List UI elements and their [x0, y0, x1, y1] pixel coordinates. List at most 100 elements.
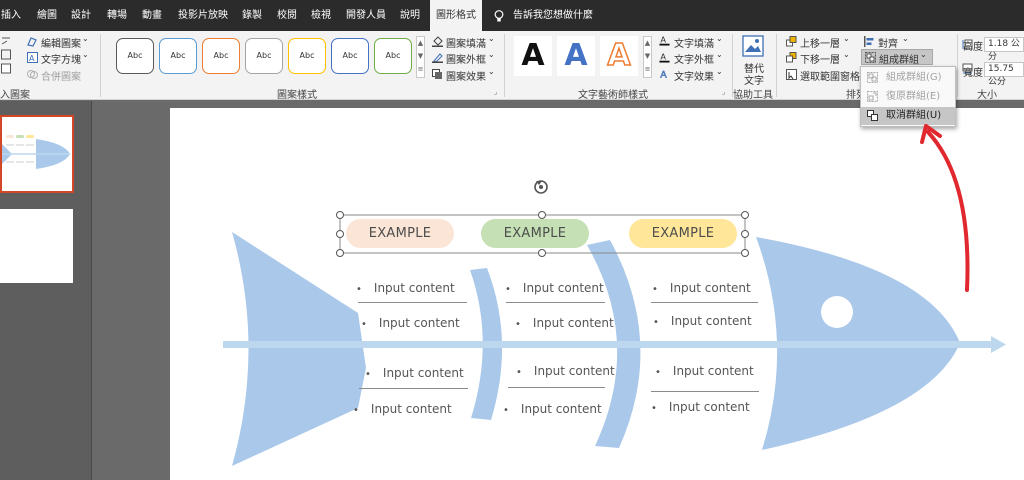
- text-box-button[interactable]: 文字方塊: [41, 51, 81, 66]
- category-label-2[interactable]: EXAMPLE: [481, 219, 589, 248]
- wordart-style-orange-outline[interactable]: A: [600, 36, 638, 76]
- text-outline-button[interactable]: 文字外框: [674, 51, 714, 66]
- bullet-underline: [651, 391, 759, 392]
- bullet-underline: [651, 302, 758, 303]
- chevron-down-icon[interactable]: ⌄: [843, 50, 850, 59]
- chevron-down-icon[interactable]: ⌄: [716, 34, 723, 43]
- send-backward-icon: [786, 52, 797, 63]
- group-button-label[interactable]: 組成群組: [879, 51, 919, 66]
- chevron-down-icon[interactable]: ⌄: [843, 34, 850, 43]
- tab-transitions[interactable]: 轉場: [107, 0, 127, 31]
- alt-text-label-line2[interactable]: 文字: [744, 72, 764, 87]
- tell-me-search[interactable]: 告訴我您想做什麼: [513, 0, 593, 31]
- bullet-item[interactable]: Input content: [353, 402, 452, 416]
- gallery-more-icon[interactable]: ≡: [644, 63, 651, 76]
- tab-review[interactable]: 校閱: [277, 0, 297, 31]
- svg-text:A: A: [660, 35, 666, 44]
- shapes-gallery-icon[interactable]: [1, 36, 13, 76]
- send-backward-button[interactable]: 下移一層: [800, 51, 840, 66]
- width-input[interactable]: 15.75 公分: [984, 62, 1024, 87]
- shape-effects-icon: [432, 69, 442, 79]
- gallery-down-icon[interactable]: ▼: [644, 50, 651, 63]
- shape-outline-button[interactable]: 圖案外框: [446, 51, 486, 66]
- shape-style-swatch[interactable]: Abc: [288, 38, 326, 74]
- chevron-down-icon[interactable]: ⌄: [488, 67, 495, 76]
- fish-eye: [821, 296, 853, 328]
- menu-item-group[interactable]: 組成群組(G): [861, 69, 955, 87]
- shape-fill-button[interactable]: 圖案填滿: [446, 35, 486, 50]
- slide-canvas[interactable]: EXAMPLE EXAMPLE EXAMPLE Input content In…: [170, 108, 1024, 480]
- menu-item-regroup[interactable]: 復原群組(E): [861, 88, 955, 106]
- group-label-size: 大小: [977, 90, 997, 101]
- shape-style-swatch[interactable]: Abc: [374, 38, 412, 74]
- chevron-down-icon[interactable]: ⌄: [488, 50, 495, 59]
- wordart-style-blue[interactable]: A: [557, 36, 595, 76]
- chevron-down-icon[interactable]: ⌄: [82, 34, 89, 43]
- shape-style-swatch[interactable]: Abc: [159, 38, 197, 74]
- gallery-scroll[interactable]: ▲ ▼ ≡: [416, 36, 425, 78]
- align-button[interactable]: 對齊: [878, 35, 898, 50]
- group-label-accessibility: 協助工具: [733, 90, 773, 101]
- shape-style-swatch[interactable]: Abc: [116, 38, 154, 74]
- merge-shapes-button[interactable]: 合併圖案: [41, 68, 81, 83]
- bullet-item[interactable]: Input content: [516, 364, 615, 378]
- tab-design[interactable]: 設計: [71, 0, 91, 31]
- tab-record[interactable]: 錄製: [242, 0, 262, 31]
- selection-pane-button[interactable]: 選取範圍窗格: [800, 68, 860, 83]
- chevron-down-icon[interactable]: ⌄: [82, 50, 89, 59]
- slide-thumbnail-2[interactable]: [0, 209, 73, 283]
- category-label-1[interactable]: EXAMPLE: [346, 219, 454, 248]
- shape-effects-button[interactable]: 圖案效果: [446, 68, 486, 83]
- bullet-item[interactable]: Input content: [356, 281, 455, 295]
- shape-style-swatch[interactable]: Abc: [331, 38, 369, 74]
- chevron-down-icon[interactable]: ⌄: [902, 34, 909, 43]
- bullet-item[interactable]: Input content: [652, 281, 751, 295]
- bullet-item[interactable]: Input content: [655, 364, 754, 378]
- dialog-launcher-icon[interactable]: ⌟: [722, 88, 725, 96]
- chevron-down-icon[interactable]: ⌄: [488, 34, 495, 43]
- bullet-item[interactable]: Input content: [361, 316, 460, 330]
- tab-draw[interactable]: 繪圖: [37, 0, 57, 31]
- gallery-up-icon[interactable]: ▲: [417, 37, 424, 50]
- gallery-down-icon[interactable]: ▼: [417, 50, 424, 63]
- bullet-item[interactable]: Input content: [503, 402, 602, 416]
- text-effects-button[interactable]: 文字效果: [674, 68, 714, 83]
- category-label-3[interactable]: EXAMPLE: [629, 219, 737, 248]
- bullet-item[interactable]: Input content: [653, 314, 752, 328]
- edit-shape-button[interactable]: 編輯圖案: [41, 35, 81, 50]
- selection-pane-icon: [786, 69, 797, 80]
- height-input[interactable]: 1.18 公分: [984, 37, 1024, 62]
- wordart-style-black[interactable]: A: [514, 36, 552, 76]
- wordart-gallery-scroll[interactable]: ▲ ▼ ≡: [643, 36, 652, 78]
- slide-thumbnail-1[interactable]: [0, 115, 74, 193]
- text-fill-button[interactable]: 文字填滿: [674, 35, 714, 50]
- gallery-up-icon[interactable]: ▲: [644, 37, 651, 50]
- chevron-down-icon[interactable]: ⌄: [716, 50, 723, 59]
- alt-text-icon[interactable]: [742, 35, 764, 57]
- bullet-item[interactable]: Input content: [515, 316, 614, 330]
- tab-shape-format[interactable]: 圖形格式: [430, 0, 482, 31]
- bullet-underline: [506, 302, 605, 303]
- tab-view[interactable]: 檢視: [311, 0, 331, 31]
- tab-slideshow[interactable]: 投影片放映: [178, 0, 228, 31]
- text-outline-icon: A: [659, 52, 670, 63]
- bullet-item[interactable]: Input content: [365, 366, 464, 380]
- text-fill-icon: A: [659, 35, 670, 46]
- bullet-underline: [358, 302, 467, 303]
- gallery-more-icon[interactable]: ≡: [417, 63, 424, 76]
- tab-animations[interactable]: 動畫: [142, 0, 162, 31]
- bullet-item[interactable]: Input content: [651, 400, 750, 414]
- bullet-item[interactable]: Input content: [505, 281, 604, 295]
- lightbulb-icon: [494, 10, 504, 22]
- bring-forward-button[interactable]: 上移一層: [800, 35, 840, 50]
- shape-style-swatch[interactable]: Abc: [202, 38, 240, 74]
- tab-help[interactable]: 說明: [400, 0, 420, 31]
- chevron-down-icon[interactable]: ⌄: [716, 67, 723, 76]
- tab-insert[interactable]: 插入: [1, 0, 21, 31]
- dialog-launcher-icon[interactable]: ⌟: [494, 88, 497, 96]
- tab-developer[interactable]: 開發人員: [346, 0, 386, 31]
- paint-bucket-icon: [432, 36, 443, 47]
- edit-shape-icon: [27, 37, 37, 47]
- shape-style-swatch[interactable]: Abc: [245, 38, 283, 74]
- chevron-down-icon[interactable]: ⌄: [920, 50, 927, 59]
